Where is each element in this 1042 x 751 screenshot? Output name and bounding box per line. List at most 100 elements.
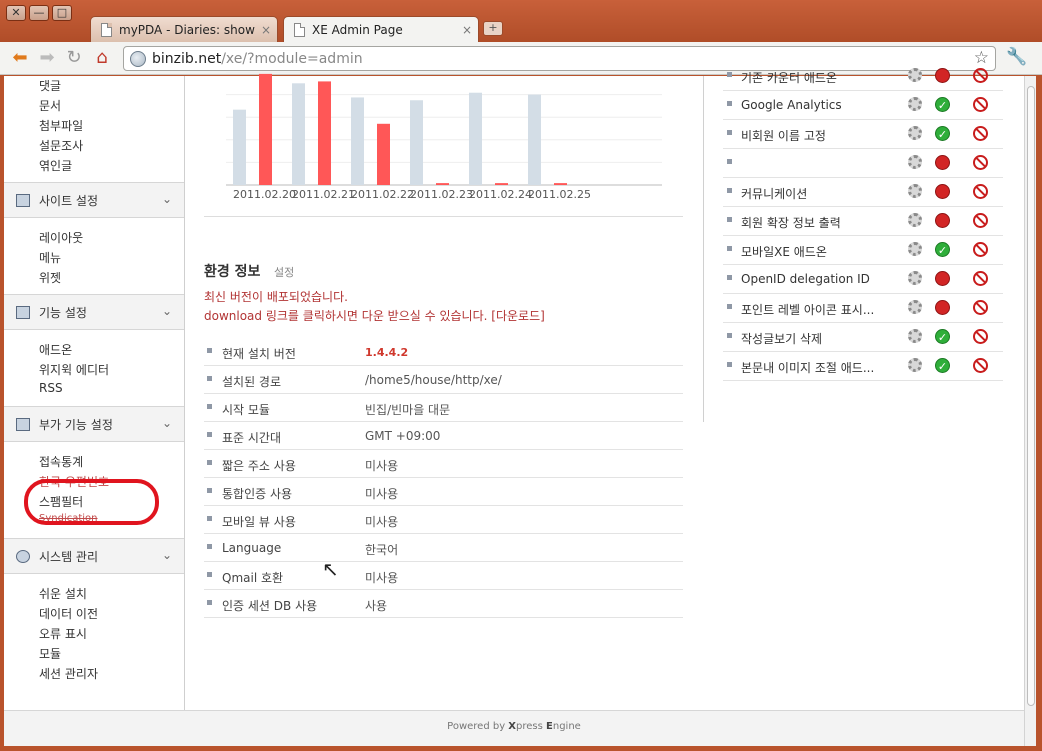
scrollbar-thumb[interactable]	[1027, 86, 1035, 706]
disabled-icon[interactable]	[935, 155, 950, 170]
disabled-icon[interactable]	[935, 213, 950, 228]
sidebar-link-editor[interactable]: 위지윅 에디터	[39, 361, 109, 378]
sidebar-link-import[interactable]: 데이터 이전	[39, 605, 98, 622]
check-icon[interactable]: ✓	[935, 97, 950, 112]
delete-icon[interactable]	[973, 213, 988, 228]
sidebar-link-session[interactable]: 세션 관리자	[39, 665, 98, 682]
sidebar-link-rss[interactable]: RSS	[39, 381, 63, 395]
gear-icon[interactable]	[908, 329, 922, 343]
gear-icon[interactable]	[908, 300, 922, 314]
addon-name[interactable]: 기존 카운터 애드온	[741, 69, 891, 86]
sidebar-section-site-settings[interactable]: 사이트 설정 ⌄	[4, 182, 184, 218]
addon-name[interactable]: 작성글보기 삭제	[741, 330, 891, 347]
addon-name[interactable]: 비회원 이름 고정	[741, 127, 891, 144]
wrench-icon[interactable]: 🔧	[1006, 47, 1027, 67]
update-notice: 최신 버전이 배포되었습니다.	[204, 290, 348, 304]
delete-icon[interactable]	[973, 358, 988, 373]
delete-icon[interactable]	[973, 329, 988, 344]
bullet-icon	[207, 404, 212, 409]
chart-bar	[318, 81, 331, 185]
sidebar-link-comments[interactable]: 댓글	[39, 77, 61, 94]
disabled-icon[interactable]	[935, 300, 950, 315]
env-info-key: Language	[222, 541, 282, 555]
delete-icon[interactable]	[973, 155, 988, 170]
chart-bar	[554, 183, 567, 185]
addon-name[interactable]: Google Analytics	[741, 98, 891, 112]
page-scrollbar[interactable]	[1024, 76, 1036, 746]
addon-name[interactable]: 본문내 이미지 조절 애드...	[741, 359, 891, 376]
env-info-value: 미사용	[365, 571, 399, 585]
gear-icon[interactable]	[908, 126, 922, 140]
sidebar-section-system[interactable]: 시스템 관리 ⌄	[4, 538, 184, 574]
addon-name[interactable]: OpenID delegation ID	[741, 272, 891, 286]
bullet-icon	[727, 333, 732, 338]
gear-icon[interactable]	[908, 213, 922, 227]
disabled-icon[interactable]	[935, 271, 950, 286]
check-icon[interactable]: ✓	[935, 358, 950, 373]
sidebar-section-extra-settings[interactable]: 부가 기능 설정 ⌄	[4, 406, 184, 442]
window-titlebar: ✕ — □ myPDA - Diaries: show × XE Admin P…	[0, 0, 1042, 42]
tab-xe-admin[interactable]: XE Admin Page ×	[283, 16, 479, 42]
sidebar-link-addon[interactable]: 애드온	[39, 341, 72, 358]
window-close-button[interactable]: ✕	[6, 5, 26, 21]
addon-name[interactable]: 회원 확장 정보 출력	[741, 214, 891, 231]
download-notice[interactable]: download 링크를 클릭하시면 다운 받으실 수 있습니다. [다운로드]	[204, 307, 545, 324]
sidebar-link-easyinstall[interactable]: 쉬운 설치	[39, 585, 87, 602]
gear-icon[interactable]	[908, 271, 922, 285]
gear-icon[interactable]	[908, 155, 922, 169]
delete-icon[interactable]	[973, 126, 988, 141]
tab-mypda-diaries[interactable]: myPDA - Diaries: show ×	[90, 16, 278, 42]
delete-icon[interactable]	[973, 184, 988, 199]
disabled-icon[interactable]	[935, 68, 950, 83]
gear-icon[interactable]	[908, 68, 922, 82]
chart-bar	[495, 183, 508, 185]
home-icon[interactable]: ⌂	[91, 47, 113, 69]
gear-icon[interactable]	[908, 97, 922, 111]
sidebar-link-layout[interactable]: 레이아웃	[39, 229, 83, 246]
window-minimize-button[interactable]: —	[29, 5, 49, 21]
sidebar-link-menu[interactable]: 메뉴	[39, 249, 61, 266]
env-info-value: 한국어	[365, 543, 399, 557]
sidebar-link-poll[interactable]: 설문조사	[39, 137, 83, 154]
env-info-value: 사용	[365, 599, 388, 613]
addon-name[interactable]: 포인트 레벨 아이콘 표시...	[741, 301, 891, 318]
check-icon[interactable]: ✓	[935, 242, 950, 257]
sidebar-link-attachments[interactable]: 첨부파일	[39, 117, 83, 134]
env-settings-link[interactable]: 설정	[274, 264, 294, 280]
delete-icon[interactable]	[973, 300, 988, 315]
extra-settings-icon	[16, 417, 30, 431]
sidebar-link-counter[interactable]: 접속통계	[39, 453, 83, 470]
check-icon[interactable]: ✓	[935, 329, 950, 344]
bullet-icon	[727, 188, 732, 193]
delete-icon[interactable]	[973, 271, 988, 286]
chart-canvas	[226, 72, 662, 186]
gear-icon[interactable]	[908, 358, 922, 372]
delete-icon[interactable]	[973, 68, 988, 83]
env-info-value: 미사용	[365, 487, 399, 501]
addon-name[interactable]: 커뮤니케이션	[741, 185, 891, 202]
addon-row: Google Analytics ✓	[723, 91, 1003, 120]
sidebar-section-function-settings[interactable]: 기능 설정 ⌄	[4, 294, 184, 330]
tab-close-icon[interactable]: ×	[462, 23, 478, 37]
sidebar-link-errors[interactable]: 오류 표시	[39, 625, 87, 642]
sidebar-link-documents[interactable]: 문서	[39, 97, 61, 114]
new-tab-button[interactable]: +	[483, 21, 503, 36]
delete-icon[interactable]	[973, 97, 988, 112]
env-info-value: GMT +09:00	[365, 429, 441, 443]
window-maximize-button[interactable]: □	[52, 5, 72, 21]
back-arrow-icon[interactable]: ⬅	[9, 47, 31, 69]
disabled-icon[interactable]	[935, 184, 950, 199]
sidebar-link-widget[interactable]: 위젯	[39, 269, 61, 286]
sidebar-link-trackback[interactable]: 엮인글	[39, 157, 72, 174]
chart-x-tick-label: 2011.02.22	[351, 188, 414, 201]
forward-arrow-icon[interactable]: ➡	[36, 47, 58, 69]
addon-name[interactable]: 모바일XE 애드온	[741, 243, 891, 260]
reload-icon[interactable]: ↻	[63, 47, 85, 69]
gear-icon[interactable]	[908, 184, 922, 198]
check-icon[interactable]: ✓	[935, 126, 950, 141]
gear-icon[interactable]	[908, 242, 922, 256]
tab-close-icon[interactable]: ×	[261, 23, 277, 37]
delete-icon[interactable]	[973, 242, 988, 257]
sidebar-link-modules[interactable]: 모듈	[39, 645, 61, 662]
env-info-key: 인증 세션 DB 사용	[222, 599, 318, 613]
